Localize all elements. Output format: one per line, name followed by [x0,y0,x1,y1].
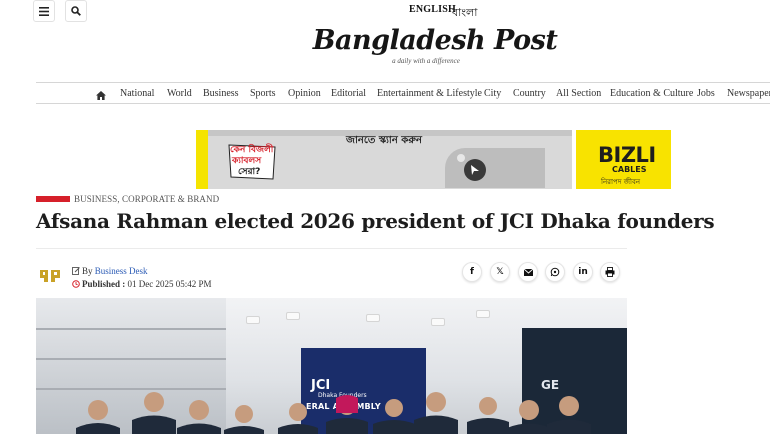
language-english-link[interactable]: ENGLISH [409,4,456,15]
logo-tagline: a daily with a difference [392,57,460,65]
ad-brand-name: BIZLI [598,143,656,167]
whatsapp-icon [550,267,560,277]
category-accent-bar [36,196,70,202]
hamburger-icon [39,6,49,16]
author-link[interactable]: Business Desk [95,266,148,276]
logo-text: Bangladesh Post [312,25,558,56]
ad-badge-line-3: সেরা? [238,167,261,177]
nav-item-editorial[interactable]: Editorial [331,88,366,99]
byline-prefix: By [82,266,93,276]
hand-tap-icon [457,154,486,181]
main-navigation: National World Business Sports Opinion E… [36,82,770,104]
home-icon[interactable] [96,87,106,105]
nav-item-sports[interactable]: Sports [250,88,276,99]
print-button[interactable] [600,262,620,282]
ad-brand-tagline: নিরাপদ জীবন [601,178,641,186]
nav-item-all-section[interactable]: All Section [556,88,601,99]
facebook-icon: f [470,267,474,277]
search-button[interactable] [65,0,87,22]
nav-item-opinion[interactable]: Opinion [288,88,321,99]
edit-icon [72,267,80,275]
ad-badge-line-1: কেন বিজলী [230,145,274,155]
ad-badge-line-2: ক্যাবলস [232,156,262,166]
share-email-button[interactable] [518,262,538,282]
ad-scan-area [445,148,545,188]
byline: By Business Desk [72,266,148,276]
ad-badge: কেন বিজলী ক্যাবলস সেরা? [226,143,278,181]
nav-item-entertainment-lifestyle[interactable]: Entertainment & Lifestyle [377,88,482,99]
email-icon [523,268,533,276]
menu-button[interactable] [33,0,55,22]
article-category[interactable]: BUSINESS, CORPORATE & BRAND [74,194,219,204]
search-icon [71,6,81,16]
x-icon: 𝕏 [496,267,504,277]
published-label: Published : [82,279,126,289]
nav-item-national[interactable]: National [120,88,154,99]
ad-brand-sub: CABLES [612,165,647,174]
nav-item-newspaper[interactable]: Newspaper [727,88,770,99]
nav-item-country[interactable]: Country [513,88,546,99]
linkedin-icon: in [578,267,588,277]
print-icon [605,267,615,277]
nav-item-business[interactable]: Business [203,88,239,99]
nav-item-world[interactable]: World [167,88,192,99]
published-date: 01 Dec 2025 05:42 PM [127,279,212,289]
photo-people [76,392,591,434]
share-whatsapp-button[interactable] [545,262,565,282]
article-photo: JCI Dhaka Founders ERAL ASSEMBLY GE [36,298,627,434]
published-line: Published : 01 Dec 2025 05:42 PM [72,279,212,289]
ad-headline: জানতে স্ক্যান করুন [346,135,422,146]
nav-item-education-culture[interactable]: Education & Culture [610,88,693,99]
share-linkedin-button[interactable]: in [573,262,593,282]
share-x-button[interactable]: 𝕏 [490,262,510,282]
nav-item-city[interactable]: City [484,88,501,99]
share-facebook-button[interactable]: f [462,262,482,282]
nav-item-jobs[interactable]: Jobs [697,88,715,99]
title-divider [36,248,627,249]
author-avatar [38,266,62,286]
site-logo[interactable]: Bangladesh Post a daily with a differenc… [310,25,560,66]
article-title: Afsana Rahman elected 2026 president of … [36,209,715,233]
language-bangla-link[interactable]: বাংলা [452,4,477,23]
clock-icon [72,280,80,288]
